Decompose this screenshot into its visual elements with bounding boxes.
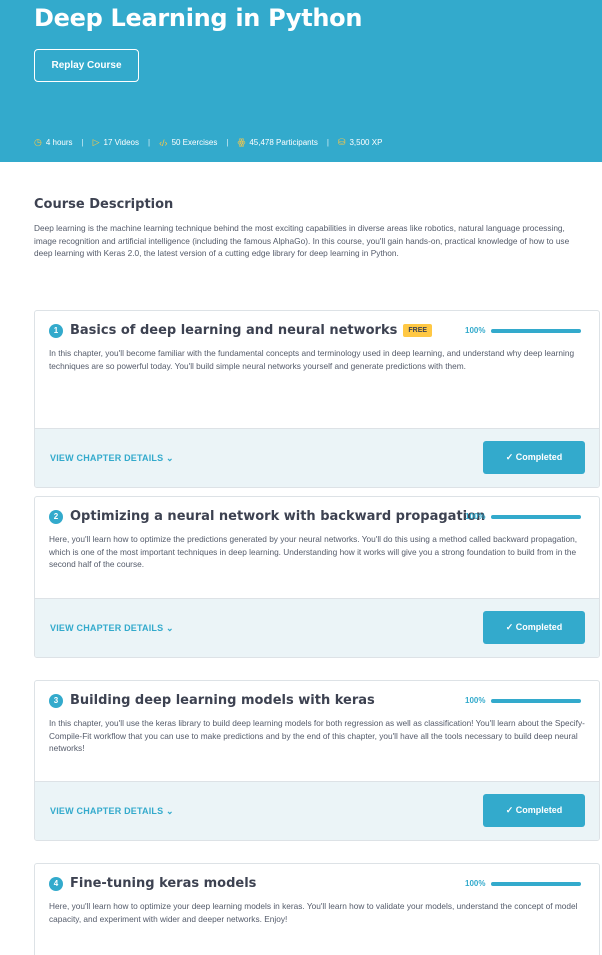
chapter-description: In this chapter, you'll become familiar … [49, 348, 575, 371]
chapter-header: 3 Building deep learning models with ker… [49, 693, 375, 708]
completed-button[interactable]: ✓ Completed [483, 611, 585, 644]
chapter-title[interactable]: Basics of deep learning and neural netwo… [70, 323, 397, 338]
view-chapter-details-link[interactable]: VIEW CHAPTER DETAILS ⌄ [50, 806, 174, 817]
stat-videos: ▷ 17 Videos | [93, 137, 159, 148]
stat-separator: | [81, 138, 84, 147]
chapter-header: 4 Fine-tuning keras models [49, 876, 256, 891]
chapter-title[interactable]: Building deep learning models with keras [70, 693, 375, 708]
progress-bar-fill [491, 881, 582, 886]
stat-separator: | [326, 138, 329, 147]
chapter-progress: 100% [465, 326, 582, 335]
xp-icon: ⛁ [337, 137, 346, 147]
chapter-card: 3 Building deep learning models with ker… [34, 680, 600, 841]
stat-label: 17 Videos [103, 138, 139, 147]
stat-participants: ꙮ 45,478 Participants | [237, 137, 338, 148]
chapter-description: Here, you'll learn how to optimize the p… [49, 534, 578, 569]
chapter-progress: 100% [465, 696, 582, 705]
view-chapter-details-link[interactable]: VIEW CHAPTER DETAILS ⌄ [50, 623, 174, 634]
progress-percent: 100% [465, 512, 486, 521]
stat-label: 3,500 XP [349, 138, 383, 147]
progress-bar-fill [491, 514, 582, 519]
chapter-number: 3 [49, 693, 63, 708]
progress-bar-fill [491, 698, 582, 703]
chapter-number: 1 [49, 323, 63, 338]
completed-button[interactable]: ✓ Completed [483, 441, 585, 474]
chapter-footer: VIEW CHAPTER DETAILS ⌄ ✓ Completed [35, 781, 599, 840]
chapter-header: 1 Basics of deep learning and neural net… [49, 323, 433, 338]
course-title: Deep Learning in Python [34, 4, 363, 32]
course-description-heading: Course Description [34, 197, 174, 212]
chapter-card: 1 Basics of deep learning and neural net… [34, 310, 600, 488]
chapter-number: 4 [49, 876, 63, 891]
progress-bar [491, 328, 582, 333]
chapter-progress: 100% [465, 512, 582, 521]
free-badge: FREE [403, 324, 433, 337]
view-chapter-details-link[interactable]: VIEW CHAPTER DETAILS ⌄ [50, 453, 174, 464]
play-icon: ▷ [92, 137, 100, 147]
progress-percent: 100% [465, 326, 486, 335]
chapter-title[interactable]: Fine-tuning keras models [70, 876, 256, 891]
progress-bar-fill [491, 328, 582, 333]
stat-duration: ◷ 4 hours | [34, 137, 93, 148]
stat-label: 45,478 Participants [249, 138, 318, 147]
chapter-card: 2 Optimizing a neural network with backw… [34, 496, 600, 658]
progress-percent: 100% [465, 696, 486, 705]
chapter-description: Here, you'll learn how to optimize your … [49, 901, 578, 924]
stat-separator: | [147, 138, 151, 147]
progress-bar [491, 698, 582, 703]
progress-bar [491, 514, 582, 519]
stat-exercises: ‹/› 50 Exercises | [159, 138, 237, 148]
chapter-description: In this chapter, you'll use the keras li… [49, 718, 585, 753]
replay-course-button[interactable]: Replay Course [34, 49, 139, 82]
chapter-header: 2 Optimizing a neural network with backw… [49, 509, 485, 524]
progress-percent: 100% [465, 879, 486, 888]
progress-bar [491, 881, 582, 886]
code-icon: ‹/› [159, 137, 168, 148]
completed-button[interactable]: ✓ Completed [483, 794, 585, 827]
course-header: Deep Learning in Python Replay Course ◷ … [0, 0, 602, 162]
chapter-title[interactable]: Optimizing a neural network with backwar… [70, 509, 485, 524]
chapter-footer: VIEW CHAPTER DETAILS ⌄ ✓ Completed [35, 598, 599, 657]
stat-label: 50 Exercises [171, 138, 218, 147]
stat-separator: | [226, 138, 229, 147]
clock-icon: ◷ [34, 137, 42, 147]
stat-label: 4 hours [45, 138, 73, 147]
course-stats: ◷ 4 hours | ▷ 17 Videos | ‹/› 50 Exercis… [34, 137, 382, 148]
stat-xp: ⛁ 3,500 XP [338, 137, 382, 148]
chapter-progress: 100% [465, 879, 582, 888]
participants-icon: ꙮ [237, 137, 246, 147]
chapter-card: 4 Fine-tuning keras models 100% Here, yo… [34, 863, 600, 955]
course-description-text: Deep learning is the machine learning te… [34, 223, 570, 259]
chapter-footer: VIEW CHAPTER DETAILS ⌄ ✓ Completed [35, 428, 599, 487]
chapter-number: 2 [49, 509, 63, 524]
